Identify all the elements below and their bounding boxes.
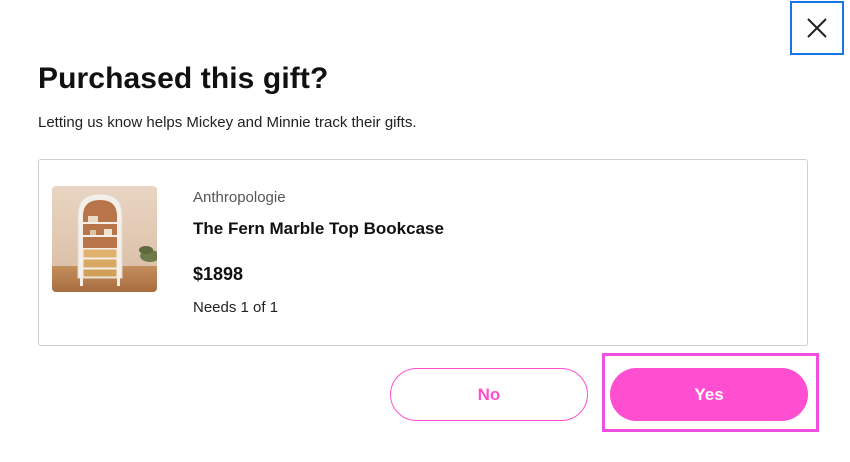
no-button[interactable]: No [390,368,588,421]
needs-count: Needs 1 of 1 [193,299,279,316]
purchase-confirmation-dialog: Purchased this gift? Letting us know hel… [0,0,850,462]
dialog-title: Purchased this gift? [38,62,329,95]
dialog-subtitle: Letting us know helps Mickey and Minnie … [38,114,417,131]
close-button[interactable] [790,1,844,55]
product-price: $1898 [193,264,244,284]
close-icon [807,18,827,38]
bookcase-image [52,186,157,292]
gift-card: Anthropologie The Fern Marble Top Bookca… [38,159,808,346]
product-name: The Fern Marble Top Bookcase [193,219,444,238]
store-name: Anthropologie [193,189,286,206]
yes-button[interactable]: Yes [610,368,808,421]
